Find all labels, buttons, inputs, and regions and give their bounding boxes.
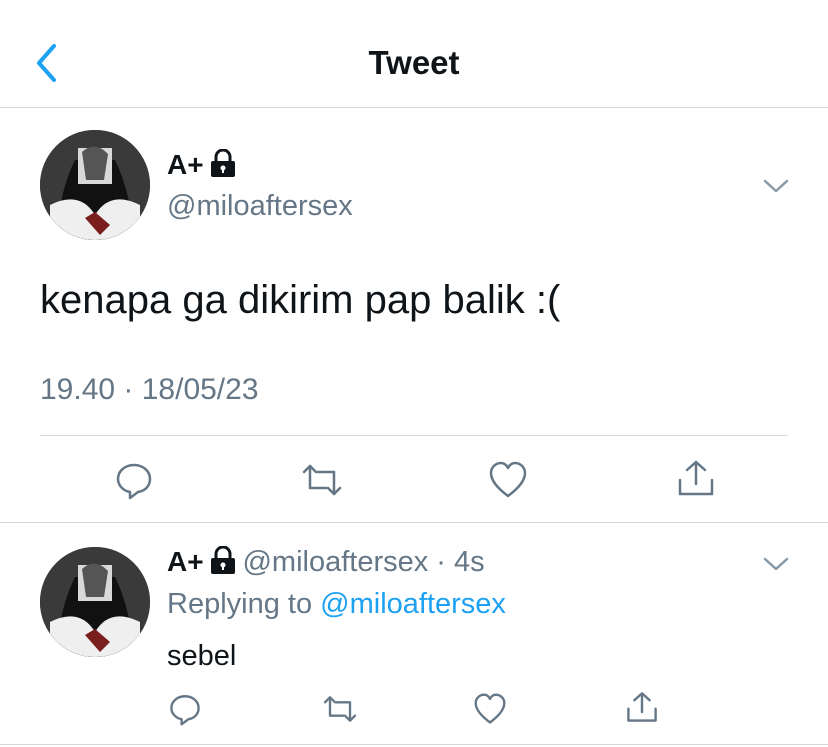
like-icon[interactable] xyxy=(488,461,528,499)
lock-icon xyxy=(211,546,236,574)
reply-icon[interactable] xyxy=(168,692,202,726)
replying-to-mention[interactable]: @miloaftersex xyxy=(320,588,506,620)
chevron-down-icon[interactable] xyxy=(762,177,790,195)
avatar[interactable] xyxy=(40,130,150,240)
tweet-text: kenapa ga dikirim pap balik :( xyxy=(40,278,561,322)
retweet-icon[interactable] xyxy=(321,694,359,724)
timestamp[interactable]: 19.40 · 18/05/23 xyxy=(40,373,259,407)
divider xyxy=(40,435,788,436)
share-icon[interactable] xyxy=(625,690,659,724)
reply-author-row: A+ @miloaftersex · 4s xyxy=(167,546,485,579)
share-icon[interactable] xyxy=(676,458,716,498)
retweet-icon[interactable] xyxy=(300,462,344,498)
page-title: Tweet xyxy=(368,44,460,81)
reply-icon[interactable] xyxy=(114,460,154,500)
like-icon[interactable] xyxy=(473,693,507,725)
chevron-down-icon[interactable] xyxy=(762,555,790,573)
reply-handle-time[interactable]: @miloaftersex · 4s xyxy=(242,546,484,578)
section-divider xyxy=(0,522,828,523)
reply-text: sebel xyxy=(167,640,237,672)
author-row: A+ xyxy=(167,149,238,181)
lock-icon xyxy=(211,149,236,177)
display-name[interactable]: A+ xyxy=(167,149,204,180)
replying-to: Replying to @miloaftersex xyxy=(167,588,506,621)
bottom-divider xyxy=(0,744,828,745)
handle[interactable]: @miloaftersex xyxy=(167,190,353,223)
replying-to-label: Replying to xyxy=(167,588,313,620)
reply-display-name[interactable]: A+ xyxy=(167,546,204,577)
reply-avatar[interactable] xyxy=(40,547,150,657)
